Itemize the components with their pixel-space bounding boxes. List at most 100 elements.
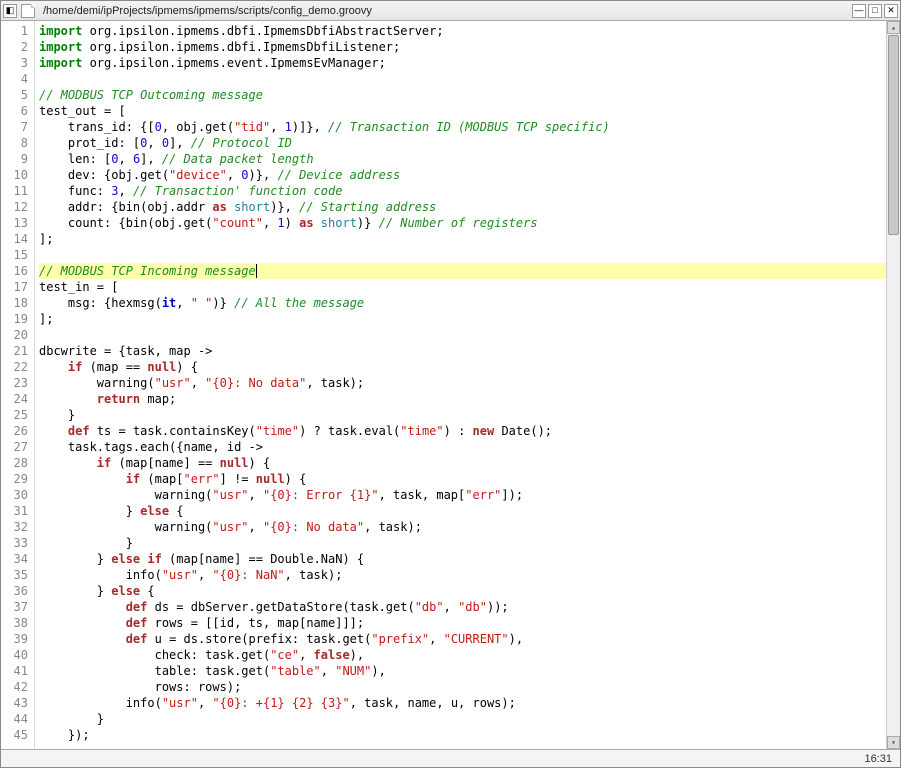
code-line[interactable]: dev: {obj.get("device", 0)}, // Device a… [39,167,886,183]
line-number: 4 [5,71,28,87]
document-icon [21,4,35,18]
line-number: 13 [5,215,28,231]
code-line[interactable]: } else { [39,583,886,599]
code-line[interactable]: import org.ipsilon.ipmems.event.IpmemsEv… [39,55,886,71]
line-number: 35 [5,567,28,583]
line-number: 34 [5,551,28,567]
code-line[interactable]: len: [0, 6], // Data packet length [39,151,886,167]
code-line[interactable]: } [39,407,886,423]
code-line[interactable]: warning("usr", "{0}: Error {1}", task, m… [39,487,886,503]
line-number: 21 [5,343,28,359]
line-number: 9 [5,151,28,167]
app-menu-icon[interactable]: ◧ [3,4,17,18]
code-line[interactable]: // MODBUS TCP Incoming message [39,263,886,279]
line-number: 45 [5,727,28,743]
line-number: 22 [5,359,28,375]
code-line[interactable]: prot_id: [0, 0], // Protocol ID [39,135,886,151]
code-line[interactable]: if (map["err"] != null) { [39,471,886,487]
code-line[interactable]: info("usr", "{0}: +{1} {2} {3}", task, n… [39,695,886,711]
code-line[interactable]: def ts = task.containsKey("time") ? task… [39,423,886,439]
line-number: 2 [5,39,28,55]
code-line[interactable]: warning("usr", "{0}: No data", task); [39,375,886,391]
code-line[interactable]: } [39,535,886,551]
code-line[interactable]: return map; [39,391,886,407]
line-number: 28 [5,455,28,471]
status-bar: 16:31 [1,749,900,767]
line-number: 6 [5,103,28,119]
code-line[interactable]: func: 3, // Transaction' function code [39,183,886,199]
line-number: 11 [5,183,28,199]
code-line[interactable]: import org.ipsilon.ipmems.dbfi.IpmemsDbf… [39,23,886,39]
line-number: 19 [5,311,28,327]
code-line[interactable]: info("usr", "{0}: NaN", task); [39,567,886,583]
cursor-position: 16:31 [864,753,892,765]
line-number: 39 [5,631,28,647]
line-number: 26 [5,423,28,439]
code-line[interactable] [39,247,886,263]
code-line[interactable]: def ds = dbServer.getDataStore(task.get(… [39,599,886,615]
line-number: 36 [5,583,28,599]
line-number: 10 [5,167,28,183]
editor-area[interactable]: 1234567891011121314151617181920212223242… [1,21,900,749]
code-line[interactable]: } else if (map[name] == Double.NaN) { [39,551,886,567]
line-number: 33 [5,535,28,551]
code-line[interactable]: test_in = [ [39,279,886,295]
line-number: 23 [5,375,28,391]
code-line[interactable]: if (map == null) { [39,359,886,375]
code-editor[interactable]: import org.ipsilon.ipmems.dbfi.IpmemsDbf… [35,21,886,749]
line-number: 37 [5,599,28,615]
line-number: 40 [5,647,28,663]
code-line[interactable]: } else { [39,503,886,519]
code-line[interactable]: import org.ipsilon.ipmems.dbfi.IpmemsDbf… [39,39,886,55]
close-button[interactable]: ✕ [884,4,898,18]
line-number: 41 [5,663,28,679]
line-number: 8 [5,135,28,151]
code-line[interactable]: // MODBUS TCP Outcoming message [39,87,886,103]
code-line[interactable] [39,71,886,87]
code-line[interactable]: count: {bin(obj.get("count", 1) as short… [39,215,886,231]
code-line[interactable]: def u = ds.store(prefix: task.get("prefi… [39,631,886,647]
vertical-scrollbar[interactable]: ▴ ▾ [886,21,900,749]
scroll-up-button[interactable]: ▴ [887,21,900,34]
code-line[interactable]: msg: {hexmsg(it, " ")} // All the messag… [39,295,886,311]
scrollbar-thumb[interactable] [888,35,899,235]
code-line[interactable]: }); [39,727,886,743]
minimize-button[interactable]: — [852,4,866,18]
code-line[interactable]: ]; [39,231,886,247]
code-line[interactable]: } [39,711,886,727]
line-number: 16 [5,263,28,279]
line-number: 15 [5,247,28,263]
maximize-button[interactable]: □ [868,4,882,18]
line-number: 5 [5,87,28,103]
line-number: 27 [5,439,28,455]
line-number: 12 [5,199,28,215]
code-line[interactable]: check: task.get("ce", false), [39,647,886,663]
code-line[interactable]: dbcwrite = {task, map -> [39,343,886,359]
code-line[interactable]: warning("usr", "{0}: No data", task); [39,519,886,535]
code-line[interactable]: task.tags.each({name, id -> [39,439,886,455]
line-number: 1 [5,23,28,39]
scroll-down-button[interactable]: ▾ [887,736,900,749]
line-number: 7 [5,119,28,135]
code-line[interactable]: if (map[name] == null) { [39,455,886,471]
code-line[interactable]: rows: rows); [39,679,886,695]
code-line[interactable]: table: task.get("table", "NUM"), [39,663,886,679]
line-number: 42 [5,679,28,695]
window-title: /home/demi/ipProjects/ipmems/ipmems/scri… [43,5,372,17]
line-number: 32 [5,519,28,535]
line-number: 3 [5,55,28,71]
code-line[interactable]: test_out = [ [39,103,886,119]
line-number: 38 [5,615,28,631]
code-line[interactable]: addr: {bin(obj.addr as short)}, // Start… [39,199,886,215]
code-line[interactable] [39,327,886,343]
line-number: 44 [5,711,28,727]
window-titlebar: ◧ /home/demi/ipProjects/ipmems/ipmems/sc… [1,1,900,21]
line-number: 18 [5,295,28,311]
line-number: 17 [5,279,28,295]
code-line[interactable]: trans_id: {[0, obj.get("tid", 1)]}, // T… [39,119,886,135]
code-line[interactable]: def rows = [[id, ts, map[name]]]; [39,615,886,631]
line-number: 24 [5,391,28,407]
line-number: 43 [5,695,28,711]
code-line[interactable]: ]; [39,311,886,327]
line-number-gutter: 1234567891011121314151617181920212223242… [1,21,35,749]
